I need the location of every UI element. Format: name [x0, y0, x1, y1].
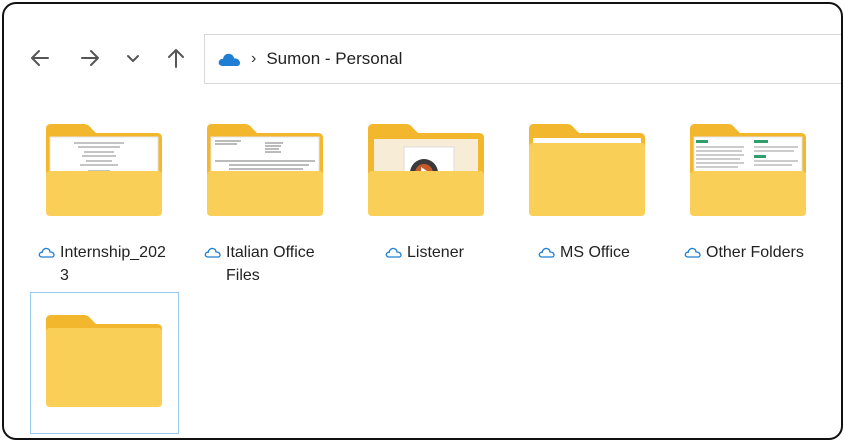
folder-label-internship-2023[interactable]: Internship_202 3: [38, 241, 178, 287]
folder-icon: [207, 124, 323, 216]
file-explorer-window: › Sumon - Personal Internship_202 3 Ital…: [2, 2, 843, 440]
address-bar[interactable]: › Sumon - Personal: [204, 34, 841, 84]
cloud-status-icon: [538, 247, 555, 258]
cloud-status-icon: [684, 247, 701, 258]
folder-label-listener[interactable]: Listener: [385, 241, 505, 264]
back-button[interactable]: [26, 44, 54, 72]
arrow-up-icon: [168, 49, 184, 68]
arrow-right-icon: [81, 50, 99, 66]
folder-label-ms-office[interactable]: MS Office: [538, 241, 658, 264]
folder-icon: [46, 315, 162, 407]
folder-icon: [46, 124, 162, 216]
folder-icon: [529, 124, 645, 216]
folder-name: Internship_202 3: [60, 241, 166, 287]
folder-icon: [690, 124, 806, 216]
folder-italian-office-files[interactable]: [205, 121, 325, 221]
breadcrumb-current[interactable]: Sumon - Personal: [266, 49, 402, 69]
chevron-down-icon: [127, 55, 139, 62]
folder-icon: [368, 124, 484, 216]
folder-new-selected[interactable]: [44, 312, 164, 412]
folder-listener[interactable]: [366, 121, 486, 221]
folder-name-line2: 3: [60, 267, 69, 284]
folder-name: Italian Office Files: [226, 244, 315, 284]
folder-name: MS Office: [560, 244, 630, 261]
folder-label-other-folders[interactable]: Other Folders: [684, 241, 834, 264]
folder-name: Listener: [407, 244, 464, 261]
cloud-status-icon: [385, 247, 402, 258]
folder-internship-2023[interactable]: [44, 121, 164, 221]
folder-ms-office[interactable]: [527, 121, 647, 221]
folder-other-folders[interactable]: [688, 121, 808, 221]
folder-name: Other Folders: [706, 244, 804, 261]
onedrive-cloud-icon: [218, 53, 240, 66]
forward-button[interactable]: [76, 44, 104, 72]
folder-name-line1: Internship_202: [60, 244, 166, 261]
folder-label-italian-office-files[interactable]: Italian Office Files: [204, 241, 334, 287]
recent-locations-button[interactable]: [119, 44, 147, 72]
cloud-status-icon: [204, 247, 221, 258]
up-button[interactable]: [162, 44, 190, 72]
breadcrumb-separator: ›: [251, 50, 257, 67]
cloud-status-icon: [38, 247, 55, 258]
arrow-left-icon: [31, 50, 49, 66]
